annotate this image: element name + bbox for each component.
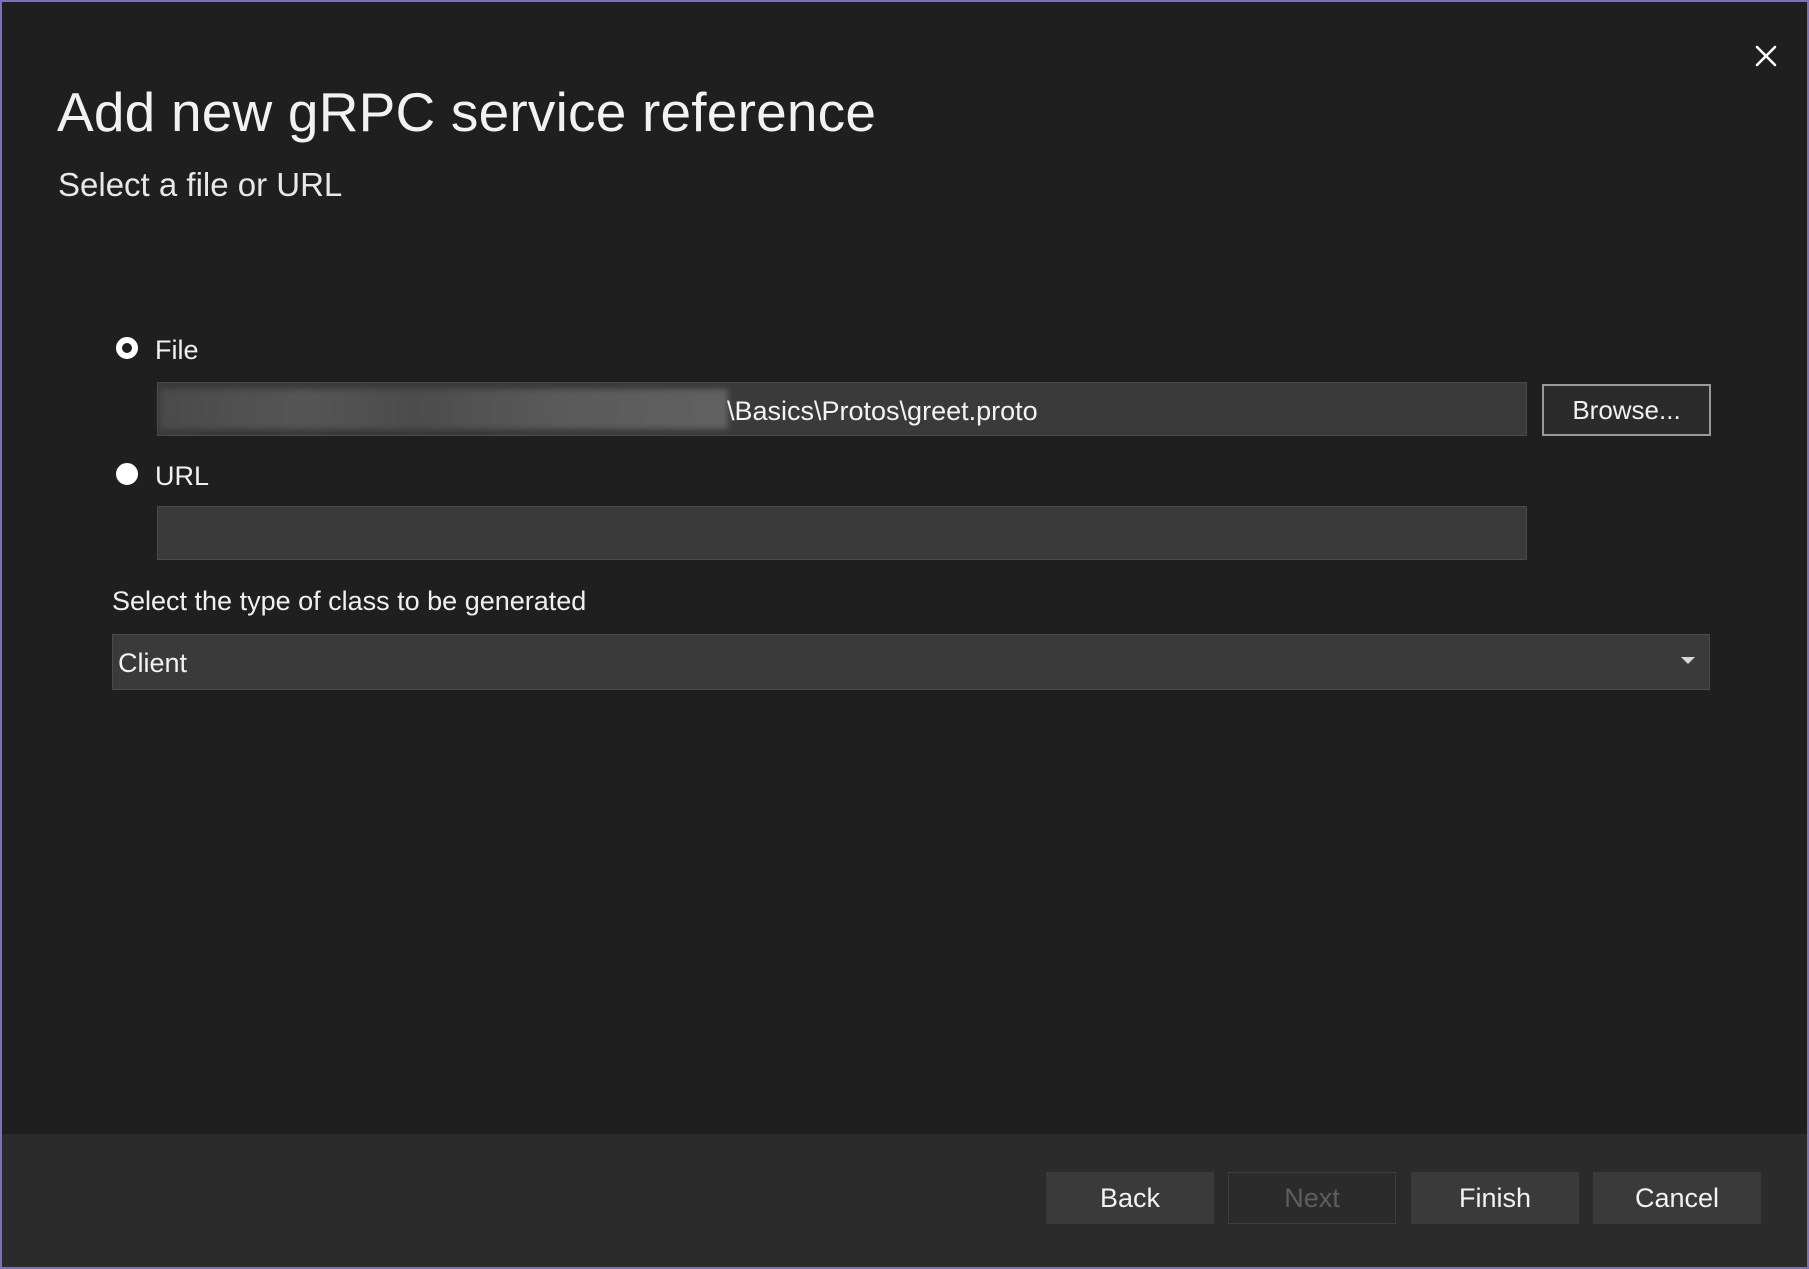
grpc-reference-dialog: Add new gRPC service reference Select a … [0,0,1809,1269]
class-type-selected-value: Client [118,648,188,678]
url-radio[interactable] [116,463,138,485]
close-button[interactable] [1740,30,1792,82]
file-radio[interactable] [116,337,138,359]
cancel-button[interactable]: Cancel [1593,1172,1761,1224]
redacted-path-segment [160,389,728,429]
browse-button[interactable]: Browse... [1542,384,1711,436]
next-button[interactable]: Next [1228,1172,1396,1224]
dialog-subtitle: Select a file or URL [58,166,343,203]
file-path-value: \Basics\Protos\greet.proto [727,396,1038,426]
finish-button[interactable]: Finish [1411,1172,1579,1224]
class-type-dropdown[interactable]: Client [112,634,1710,690]
url-input[interactable] [157,506,1527,560]
file-path-input[interactable]: \Basics\Protos\greet.proto [157,382,1527,436]
dialog-title: Add new gRPC service reference [57,81,877,143]
back-button[interactable]: Back [1046,1172,1214,1224]
url-radio-label[interactable]: URL [155,461,209,492]
class-type-label: Select the type of class to be generated [112,586,587,616]
close-icon [1755,45,1777,67]
chevron-down-icon [1681,657,1695,664]
file-radio-label[interactable]: File [155,335,199,366]
